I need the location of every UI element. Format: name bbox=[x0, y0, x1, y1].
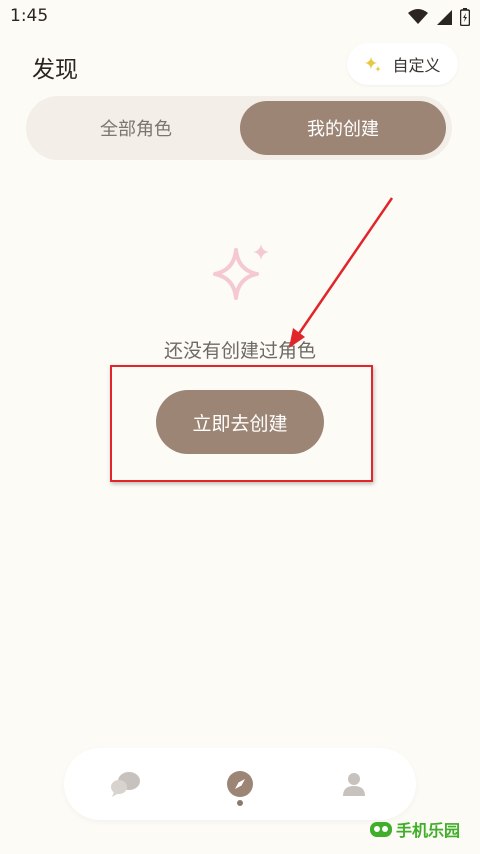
battery-icon bbox=[460, 8, 470, 26]
create-now-button[interactable]: 立即去创建 bbox=[156, 390, 324, 454]
nav-item-chat[interactable] bbox=[86, 748, 166, 820]
sparkle-empty-icon bbox=[213, 244, 269, 300]
tab-all-roles[interactable]: 全部角色 bbox=[32, 101, 240, 155]
chat-bubbles-icon bbox=[111, 772, 140, 797]
compass-icon bbox=[227, 771, 253, 797]
wifi-icon bbox=[408, 9, 428, 24]
bottom-nav bbox=[64, 748, 416, 820]
sparkle-icon bbox=[365, 57, 382, 72]
profile-icon bbox=[343, 773, 365, 796]
watermark-logo-icon bbox=[370, 822, 392, 837]
page-title: 发现 bbox=[32, 57, 78, 83]
customize-button[interactable]: 自定义 bbox=[347, 43, 458, 85]
watermark: 手机乐园 bbox=[368, 812, 474, 846]
status-bar: 1:45 bbox=[0, 0, 480, 34]
nav-item-discover[interactable] bbox=[200, 748, 280, 820]
cellular-signal-icon bbox=[437, 10, 452, 25]
customize-label: 自定义 bbox=[392, 56, 441, 75]
empty-state-message: 还没有创建过角色 bbox=[163, 340, 316, 362]
watermark-text: 手机乐园 bbox=[396, 821, 461, 840]
status-time: 1:45 bbox=[10, 6, 49, 26]
active-nav-indicator bbox=[237, 800, 243, 806]
tab-my-creations[interactable]: 我的创建 bbox=[240, 101, 446, 155]
nav-item-profile[interactable] bbox=[314, 748, 394, 820]
status-icons bbox=[408, 8, 470, 26]
role-tabs: 全部角色 我的创建 bbox=[26, 96, 452, 160]
